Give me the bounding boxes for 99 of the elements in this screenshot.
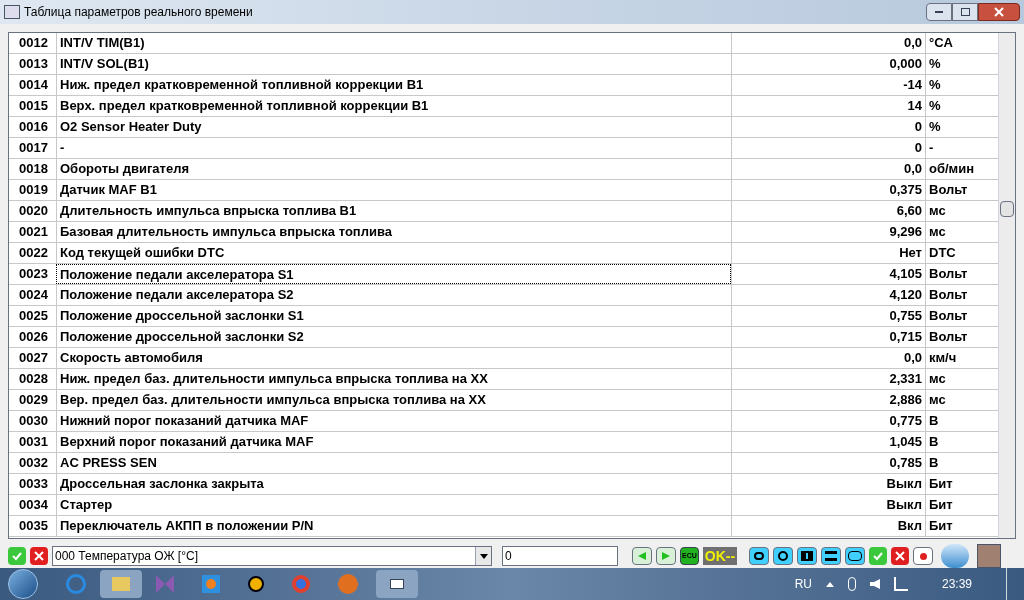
parameter-value: 0,0 [731, 347, 925, 368]
row-number: 0019 [18, 181, 49, 200]
parameter-name[interactable]: - [56, 137, 731, 158]
parameter-name[interactable]: O2 Sensor Heater Duty [56, 116, 731, 137]
start-button[interactable] [8, 569, 38, 599]
parameter-value: 0,755 [731, 305, 925, 326]
row-number: 0014 [18, 76, 49, 95]
parameter-value: 6,60 [731, 200, 925, 221]
parameter-name[interactable]: Датчик MAF B1 [56, 179, 731, 200]
row-number: 0021 [18, 223, 49, 242]
parameter-name[interactable]: Положение педали акселератора S1 [56, 263, 731, 284]
value-input[interactable]: 0 [502, 546, 618, 566]
parameter-value: 0,375 [731, 179, 925, 200]
row-number: 0030 [18, 412, 49, 431]
parameter-value: Выкл [731, 494, 925, 515]
parameter-value: Нет [731, 242, 925, 263]
parameter-value: 0 [731, 116, 925, 137]
parameter-name[interactable]: Вер. предел баз. длительности импульса впрыска топлива на ХХ [56, 389, 731, 410]
network-icon[interactable] [893, 577, 908, 591]
parameter-value: 0,0 [731, 158, 925, 179]
parameter-value: 4,120 [731, 284, 925, 305]
row-number: 0018 [18, 160, 49, 179]
parameter-name[interactable]: Переключатель АКПП в положении P/N [56, 515, 731, 536]
parameter-value: Выкл [731, 473, 925, 494]
row-number: 0025 [18, 307, 49, 326]
scrollbar[interactable] [998, 32, 1015, 538]
parameter-name[interactable]: Базовая длительность импульса впрыска топлива [56, 221, 731, 242]
row-number: 0032 [18, 454, 49, 473]
check-icon[interactable] [8, 547, 26, 565]
parameter-name[interactable]: Обороты двигателя [56, 158, 731, 179]
app-icon [4, 4, 20, 19]
row-number: 0029 [18, 391, 49, 410]
parameter-name[interactable]: Код текущей ошибки DTC [56, 242, 731, 263]
row-number: 0022 [18, 244, 49, 263]
minimize-button[interactable] [926, 2, 952, 21]
parameter-name[interactable]: Ниж. предел баз. длительности импульса впрыска топлива на ХХ [56, 368, 731, 389]
rounded-rectangle-icon[interactable] [845, 547, 866, 565]
row-number: 0024 [18, 286, 49, 305]
parameter-value: 1,045 [731, 431, 925, 452]
row-number: 0027 [18, 349, 49, 368]
close-button[interactable] [978, 2, 1020, 21]
parameter-value: 14 [731, 95, 925, 116]
tray-arrow-icon[interactable] [825, 581, 834, 587]
row-number: 0012 [18, 34, 49, 53]
row-number: 0035 [18, 517, 49, 536]
row-number: 0026 [18, 328, 49, 347]
parameter-value: 4,105 [731, 263, 925, 284]
parameter-value: 0,775 [731, 410, 925, 431]
parameter-name[interactable]: Верх. предел кратковременной топливной коррекции B1 [56, 95, 731, 116]
parameter-value: 2,331 [731, 368, 925, 389]
clock[interactable]: 23:39 [941, 575, 972, 593]
parameter-name[interactable]: Верхний порог показаний датчика MAF [56, 431, 731, 452]
parameter-name[interactable]: Стартер [56, 494, 731, 515]
row-number: 0034 [18, 496, 49, 515]
parameter-dropdown[interactable]: 000 Температура ОЖ [°C] [52, 546, 492, 566]
window-title: Таблица параметров реального времени [24, 3, 253, 21]
row-number: 0016 [18, 118, 49, 137]
check-icon[interactable] [869, 547, 888, 565]
parameter-name[interactable]: Длительность импульса впрыска топлива B1 [56, 200, 731, 221]
parameter-name[interactable]: INT/V SOL(B1) [56, 53, 731, 74]
parameter-name[interactable]: Дроссельная заслонка закрыта [56, 473, 731, 494]
parameter-value: 0 [731, 137, 925, 158]
close-icon [994, 6, 1004, 17]
split-panel-icon[interactable] [797, 547, 818, 565]
parameter-value: 0,000 [731, 53, 925, 74]
close-icon[interactable] [891, 547, 910, 565]
parameter-name[interactable]: INT/V TIM(B1) [56, 32, 731, 53]
parameter-value: 2,886 [731, 389, 925, 410]
app-window-icon[interactable] [376, 570, 418, 598]
dropdown-caret-icon[interactable] [479, 553, 488, 559]
parameter-value: Вкл [731, 515, 925, 536]
row-number: 0017 [18, 139, 49, 158]
parameter-name[interactable]: Ниж. предел кратковременной топливной коррекции B1 [56, 74, 731, 95]
row-number: 0033 [18, 475, 49, 494]
parameter-name[interactable]: AC PRESS SEN [56, 452, 731, 473]
parameter-value: 0,785 [731, 452, 925, 473]
record-icon[interactable] [913, 547, 934, 565]
parameter-name[interactable]: Положение дроссельной заслонки S2 [56, 326, 731, 347]
parameter-name[interactable]: Положение дроссельной заслонки S1 [56, 305, 731, 326]
list-icon[interactable] [821, 547, 842, 565]
speaker-icon[interactable] [869, 579, 880, 589]
row-number: 0015 [18, 97, 49, 116]
row-number: 0031 [18, 433, 49, 452]
row-number: 0020 [18, 202, 49, 221]
exit-door-icon[interactable] [977, 544, 1002, 568]
status-display: OK-- [702, 547, 738, 565]
language-indicator[interactable]: RU [794, 575, 812, 593]
parameter-value: 0,715 [731, 326, 925, 347]
maximize-button[interactable] [952, 2, 978, 21]
row-number: 0023 [18, 265, 49, 284]
parameter-name[interactable]: Скорость автомобиля [56, 347, 731, 368]
parameter-name[interactable]: Нижний порог показаний датчика MAF [56, 410, 731, 431]
parameter-name[interactable]: Положение педали акселератора S2 [56, 284, 731, 305]
close-icon[interactable] [30, 547, 48, 565]
row-number: 0028 [18, 370, 49, 389]
parameter-value: -14 [731, 74, 925, 95]
row-number: 0013 [18, 55, 49, 74]
parameter-value: 9,296 [731, 221, 925, 242]
parameter-value: 0,0 [731, 32, 925, 53]
